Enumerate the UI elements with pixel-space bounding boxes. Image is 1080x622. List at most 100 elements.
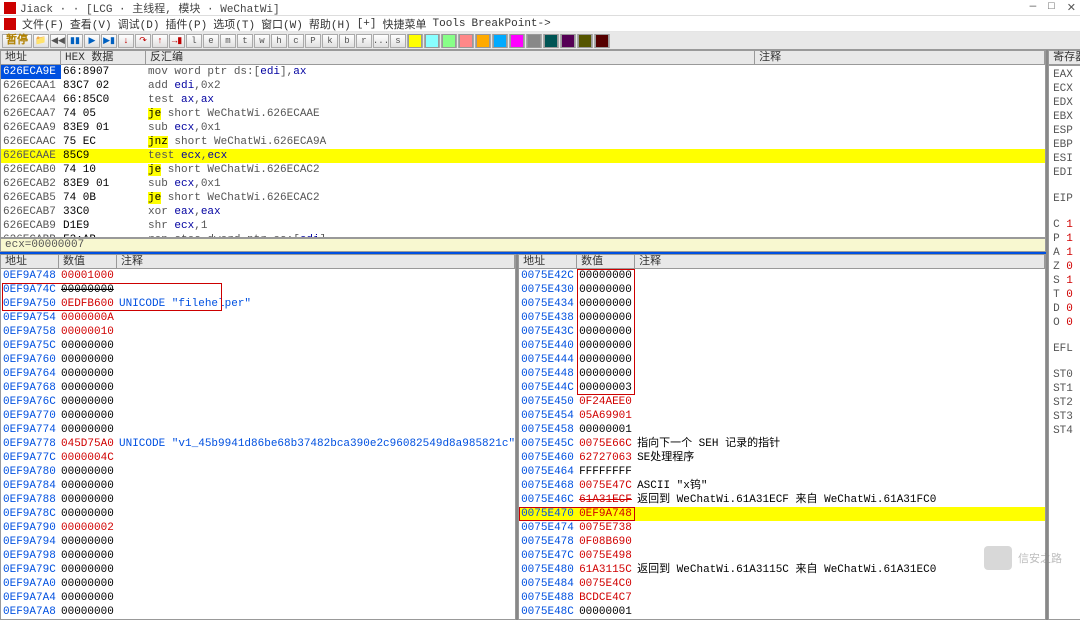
stack-row[interactable]: 0075E46C61A31ECF返回到 WeChatWi.61A31ECF 来自… [519,493,1045,507]
dump-row[interactable]: 0EF9A79C00000000 [1,563,515,577]
dump-right-rows[interactable]: 0075E42C000000000075E430000000000075E434… [518,269,1046,620]
dump-row[interactable]: 0EF9A78C00000000 [1,507,515,521]
tool-sq2[interactable] [424,34,440,48]
stack-row[interactable]: 0075E46062727063SE处理程序 [519,451,1045,465]
stack-row[interactable]: 0075E42C00000000 [519,269,1045,283]
dump-row[interactable]: 0EF9A76C00000000 [1,395,515,409]
reg-EDI[interactable]: EDI 0F283194 UNICODE "已选择1个聊天" [1053,166,1080,180]
close-icon[interactable]: ✕ [1067,1,1076,15]
tool-letter-b[interactable]: b [339,34,355,48]
tool-playpause-icon[interactable]: ▶▮ [101,34,117,48]
dump-row[interactable]: 0EF9A78000000000 [1,465,515,479]
disasm-row[interactable]: 626ECAAE85C9test ecx,ecx [1,149,1045,163]
stack-row[interactable]: 0075E45800000001 [519,423,1045,437]
tool-sq7[interactable] [509,34,525,48]
tool-letter-h[interactable]: h [271,34,287,48]
disasm-row[interactable]: 626ECAA774 05je short WeChatWi.626ECAAE [1,107,1045,121]
tool-sq8[interactable] [526,34,542,48]
stack-row[interactable]: 0075E4780F08B690 [519,535,1045,549]
stack-row[interactable]: 0075E4500F24AEE0 [519,395,1045,409]
dump-row[interactable]: 0EF9A77400000000 [1,423,515,437]
tool-runto-icon[interactable]: →▮ [169,34,185,48]
tool-letter-t[interactable]: t [237,34,253,48]
stack-row[interactable]: 0075E44800000000 [519,367,1045,381]
tool-letter-r[interactable]: r [356,34,372,48]
disasm-row[interactable]: 626ECAB574 0Bje short WeChatWi.626ECAC2 [1,191,1045,205]
tool-sq11[interactable] [577,34,593,48]
col-cmt[interactable]: 注释 [117,255,515,268]
tool-letter-s[interactable]: s [390,34,406,48]
stack-row[interactable]: 0075E48C00000001 [519,605,1045,619]
minimize-icon[interactable]: — [1030,1,1037,15]
menu-plugin[interactable]: 插件(P) [165,16,207,32]
disasm-row[interactable]: 626ECAA183C7 02add edi,0x2 [1,79,1045,93]
tool-sq10[interactable] [560,34,576,48]
tool-pause-icon[interactable]: ▮▮ [67,34,83,48]
dump-row[interactable]: 0EF9A74800001000 [1,269,515,283]
dump-row[interactable]: 0EF9A78400000000 [1,479,515,493]
dump-row[interactable]: 0EF9A79800000000 [1,549,515,563]
disasm-row[interactable]: 626ECAB074 10je short WeChatWi.626ECAC2 [1,163,1045,177]
dump-row[interactable]: 0EF9A778045D75A0UNICODE "v1_45b9941d86be… [1,437,515,451]
reg-ECX[interactable]: ECX 00000007 [1053,82,1080,96]
tool-letter-P[interactable]: P [305,34,321,48]
reg-EAX[interactable]: EAX 00005DF2 [1053,68,1080,82]
dump-row[interactable]: 0EF9A79000000002 [1,521,515,535]
reg-EBP[interactable]: EBP 0075E2C0 ASCII "喂u" [1053,138,1080,152]
col-addr[interactable]: 地址 [519,255,577,268]
dump-row[interactable]: 0EF9A77C0000004C [1,451,515,465]
tool-stepinto-icon[interactable]: ↓ [118,34,134,48]
tool-stepout-icon[interactable]: ↑ [152,34,168,48]
tool-sq6[interactable] [492,34,508,48]
col-hex[interactable]: HEX 数据 [61,51,146,64]
reg-EIP[interactable]: EIP 626ECA9E WeChatWi.626ECA9E [1053,192,1080,206]
col-disasm[interactable]: 反汇编 [146,51,755,64]
menu-debug[interactable]: 调试(D) [118,16,160,32]
stack-row[interactable]: 0075E4680075E47CASCII "x钨" [519,479,1045,493]
disasm-row[interactable]: 626ECAB733C0xor eax,eax [1,205,1045,219]
stack-row[interactable]: 0075E44400000000 [519,353,1045,367]
reg-ESI[interactable]: ESI 0F283190 [1053,152,1080,166]
dump-row[interactable]: 0EF9A7A800000000 [1,605,515,619]
menu-options[interactable]: 选项(T) [213,16,255,32]
stack-row[interactable]: 0075E43C00000000 [519,325,1045,339]
dump-row[interactable]: 0EF9A7500EDFB600UNICODE "filehelper" [1,297,515,311]
tool-letter-e[interactable]: e [203,34,219,48]
disasm-rows[interactable]: 626ECA9E66:8907mov word ptr ds:[edi],ax6… [0,65,1046,238]
disasm-row[interactable]: 626ECAAC75 ECjnz short WeChatWi.626ECA9A [1,135,1045,149]
stack-row[interactable]: 0075E4840075E4C0 [519,577,1045,591]
tool-stepover-icon[interactable]: ↷ [135,34,151,48]
tool-rewind-icon[interactable]: ◀◀ [50,34,66,48]
tool-letter-...[interactable]: ... [373,34,389,48]
dump-row[interactable]: 0EF9A7A000000000 [1,577,515,591]
stack-row[interactable]: 0075E488BCDCE4C7 [519,591,1045,605]
col-val[interactable]: 数值 [577,255,635,268]
stack-row[interactable]: 0075E47C0075E498 [519,549,1045,563]
dump-row[interactable]: 0EF9A78800000000 [1,493,515,507]
dump-row[interactable]: 0EF9A76000000000 [1,353,515,367]
stack-row[interactable]: 0075E43400000000 [519,297,1045,311]
tool-sq4[interactable] [458,34,474,48]
reg-ESP[interactable]: ESP 0075E2BC [1053,124,1080,138]
menu-window[interactable]: 窗口(W) [261,16,303,32]
stack-row[interactable]: 0075E45C0075E66C指向下一个 SEH 记录的指针 [519,437,1045,451]
pause-label[interactable]: 暂停 [2,34,32,48]
dump-row[interactable]: 0EF9A7A400000000 [1,591,515,605]
stack-row[interactable]: 0075E44C00000003 [519,381,1045,395]
menu-help[interactable]: 帮助(H) [309,16,351,32]
stack-row[interactable]: 0075E44000000000 [519,339,1045,353]
stack-row[interactable]: 0075E43000000000 [519,283,1045,297]
tool-sq12[interactable] [594,34,610,48]
tool-letter-c[interactable]: c [288,34,304,48]
dump-row[interactable]: 0EF9A75800000010 [1,325,515,339]
stack-row[interactable]: 0075E464FFFFFFFF [519,465,1045,479]
col-cmt[interactable]: 注释 [635,255,1045,268]
tool-letter-l[interactable]: l [186,34,202,48]
tool-sq9[interactable] [543,34,559,48]
stack-row[interactable]: 0075E4740075E738 [519,521,1045,535]
reg-EDX[interactable]: EDX FFDD359C [1053,96,1080,110]
tool-letter-k[interactable]: k [322,34,338,48]
menu-tools[interactable]: Tools [433,18,466,30]
tool-open-icon[interactable]: 📁 [33,34,49,48]
disasm-row[interactable]: 626ECAA983E9 01sub ecx,0x1 [1,121,1045,135]
